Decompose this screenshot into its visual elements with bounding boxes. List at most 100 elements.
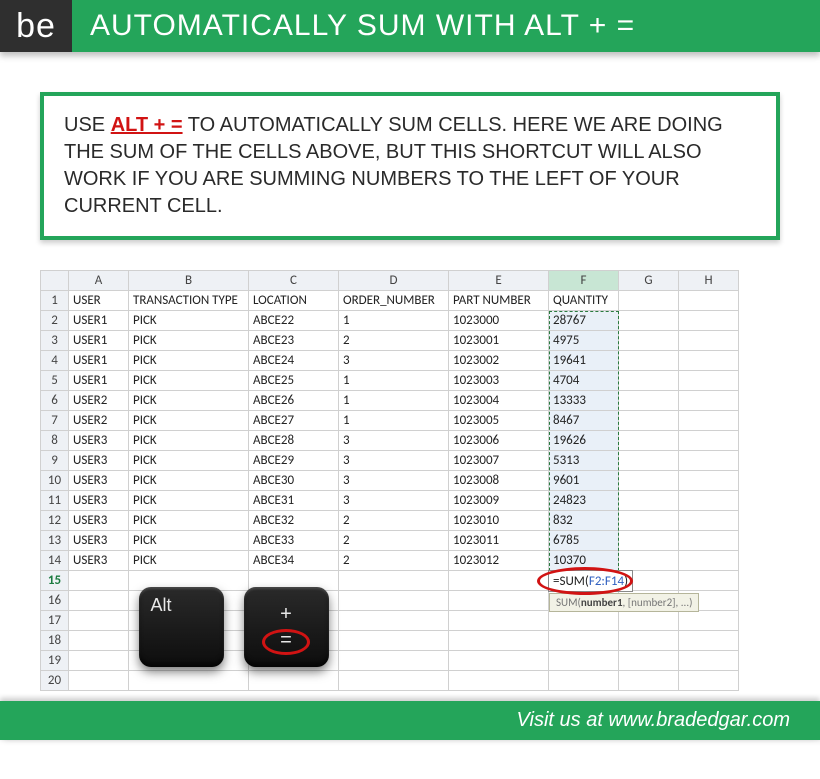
cell-E16[interactable] <box>449 591 549 611</box>
cell-G7[interactable] <box>619 411 679 431</box>
cell-E12[interactable]: 1023010 <box>449 511 549 531</box>
cell-F13[interactable]: 6785 <box>549 531 619 551</box>
row-header-4[interactable]: 4 <box>41 351 69 371</box>
cell-E8[interactable]: 1023006 <box>449 431 549 451</box>
cell-A18[interactable] <box>69 631 129 651</box>
cell-A9[interactable]: USER3 <box>69 451 129 471</box>
cell-D10[interactable]: 3 <box>339 471 449 491</box>
cell-F9[interactable]: 5313 <box>549 451 619 471</box>
cell-E5[interactable]: 1023003 <box>449 371 549 391</box>
cell-B10[interactable]: PICK <box>129 471 249 491</box>
row-header-10[interactable]: 10 <box>41 471 69 491</box>
cell-D18[interactable] <box>339 631 449 651</box>
cell-E11[interactable]: 1023009 <box>449 491 549 511</box>
cell-G14[interactable] <box>619 551 679 571</box>
cell-B6[interactable]: PICK <box>129 391 249 411</box>
cell-G20[interactable] <box>619 671 679 691</box>
cell-H19[interactable] <box>679 651 739 671</box>
cell-H6[interactable] <box>679 391 739 411</box>
cell-A11[interactable]: USER3 <box>69 491 129 511</box>
cell-E9[interactable]: 1023007 <box>449 451 549 471</box>
cell-C8[interactable]: ABCE28 <box>249 431 339 451</box>
col-header-A[interactable]: A <box>69 271 129 291</box>
row-header-18[interactable]: 18 <box>41 631 69 651</box>
cell-D1[interactable]: ORDER_NUMBER <box>339 291 449 311</box>
cell-A8[interactable]: USER3 <box>69 431 129 451</box>
cell-E6[interactable]: 1023004 <box>449 391 549 411</box>
cell-F19[interactable] <box>549 651 619 671</box>
cell-G10[interactable] <box>619 471 679 491</box>
cell-E7[interactable]: 1023005 <box>449 411 549 431</box>
cell-B14[interactable]: PICK <box>129 551 249 571</box>
cell-G12[interactable] <box>619 511 679 531</box>
cell-E17[interactable] <box>449 611 549 631</box>
cell-H20[interactable] <box>679 671 739 691</box>
cell-D4[interactable]: 3 <box>339 351 449 371</box>
cell-B11[interactable]: PICK <box>129 491 249 511</box>
cell-E1[interactable]: PART NUMBER <box>449 291 549 311</box>
cell-D12[interactable]: 2 <box>339 511 449 531</box>
cell-E15[interactable] <box>449 571 549 591</box>
row-header-1[interactable]: 1 <box>41 291 69 311</box>
cell-A19[interactable] <box>69 651 129 671</box>
cell-C11[interactable]: ABCE31 <box>249 491 339 511</box>
cell-B9[interactable]: PICK <box>129 451 249 471</box>
cell-H9[interactable] <box>679 451 739 471</box>
cell-C13[interactable]: ABCE33 <box>249 531 339 551</box>
col-header-F[interactable]: F <box>549 271 619 291</box>
cell-H12[interactable] <box>679 511 739 531</box>
cell-F3[interactable]: 4975 <box>549 331 619 351</box>
cell-A6[interactable]: USER2 <box>69 391 129 411</box>
cell-H18[interactable] <box>679 631 739 651</box>
cell-E18[interactable] <box>449 631 549 651</box>
cell-D7[interactable]: 1 <box>339 411 449 431</box>
row-header-6[interactable]: 6 <box>41 391 69 411</box>
cell-G6[interactable] <box>619 391 679 411</box>
cell-F14[interactable]: 10370 <box>549 551 619 571</box>
cell-B12[interactable]: PICK <box>129 511 249 531</box>
cell-F1[interactable]: QUANTITY <box>549 291 619 311</box>
cell-E2[interactable]: 1023000 <box>449 311 549 331</box>
cell-D16[interactable] <box>339 591 449 611</box>
cell-E3[interactable]: 1023001 <box>449 331 549 351</box>
cell-B3[interactable]: PICK <box>129 331 249 351</box>
cell-E13[interactable]: 1023011 <box>449 531 549 551</box>
cell-G13[interactable] <box>619 531 679 551</box>
cell-F11[interactable]: 24823 <box>549 491 619 511</box>
cell-H4[interactable] <box>679 351 739 371</box>
cell-H15[interactable] <box>679 571 739 591</box>
cell-F7[interactable]: 8467 <box>549 411 619 431</box>
cell-H1[interactable] <box>679 291 739 311</box>
row-header-16[interactable]: 16 <box>41 591 69 611</box>
row-header-9[interactable]: 9 <box>41 451 69 471</box>
cell-B8[interactable]: PICK <box>129 431 249 451</box>
cell-A12[interactable]: USER3 <box>69 511 129 531</box>
cell-F8[interactable]: 19626 <box>549 431 619 451</box>
cell-B1[interactable]: TRANSACTION TYPE <box>129 291 249 311</box>
cell-F4[interactable]: 19641 <box>549 351 619 371</box>
cell-B7[interactable]: PICK <box>129 411 249 431</box>
cell-G9[interactable] <box>619 451 679 471</box>
cell-A13[interactable]: USER3 <box>69 531 129 551</box>
cell-G17[interactable] <box>619 611 679 631</box>
row-header-7[interactable]: 7 <box>41 411 69 431</box>
cell-H8[interactable] <box>679 431 739 451</box>
cell-E20[interactable] <box>449 671 549 691</box>
cell-F20[interactable] <box>549 671 619 691</box>
cell-G3[interactable] <box>619 331 679 351</box>
cell-A1[interactable]: USER <box>69 291 129 311</box>
cell-G18[interactable] <box>619 631 679 651</box>
cell-D9[interactable]: 3 <box>339 451 449 471</box>
row-header-20[interactable]: 20 <box>41 671 69 691</box>
cell-F15[interactable]: =SUM(F2:F14)SUM(number1, [number2], ...) <box>549 571 619 591</box>
cell-A14[interactable]: USER3 <box>69 551 129 571</box>
cell-B2[interactable]: PICK <box>129 311 249 331</box>
cell-D17[interactable] <box>339 611 449 631</box>
cell-A3[interactable]: USER1 <box>69 331 129 351</box>
cell-H17[interactable] <box>679 611 739 631</box>
select-all-cell[interactable] <box>41 271 69 291</box>
cell-F5[interactable]: 4704 <box>549 371 619 391</box>
cell-D3[interactable]: 2 <box>339 331 449 351</box>
row-header-12[interactable]: 12 <box>41 511 69 531</box>
cell-C14[interactable]: ABCE34 <box>249 551 339 571</box>
